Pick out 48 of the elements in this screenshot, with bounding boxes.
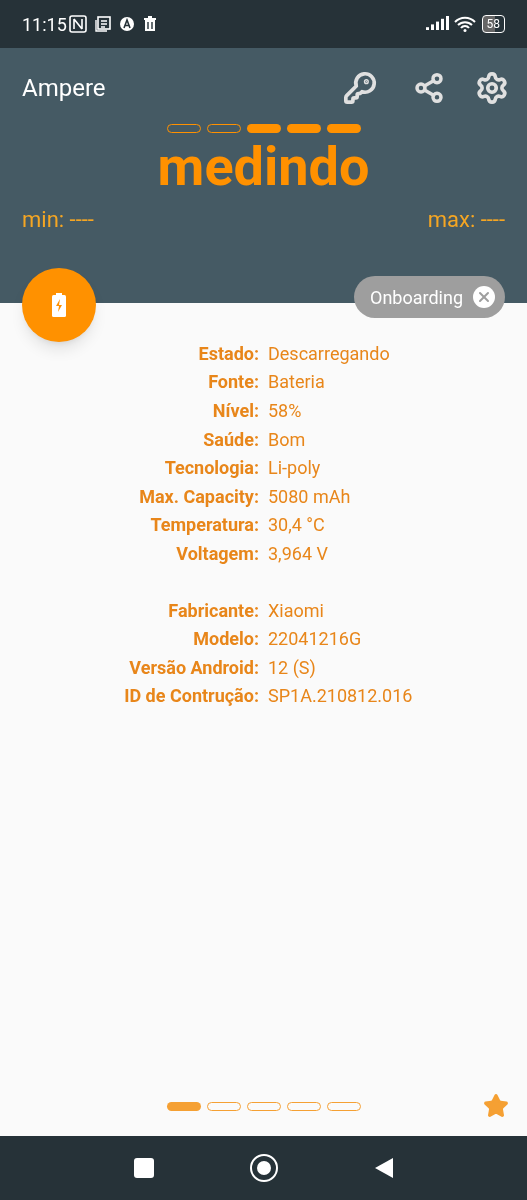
app-title: Ampere bbox=[22, 73, 107, 104]
info-value: 22041216G bbox=[268, 627, 362, 652]
battery-fab[interactable] bbox=[22, 268, 96, 342]
wifi-icon bbox=[453, 16, 476, 32]
info-label: Modelo: bbox=[192, 627, 259, 652]
info-label: Fabricante: bbox=[167, 598, 259, 623]
info-value: 58% bbox=[268, 399, 302, 423]
info-value: SP1A.210812.016 bbox=[268, 684, 413, 709]
a-circle-icon bbox=[118, 16, 135, 32]
settings-icon[interactable] bbox=[475, 71, 509, 105]
info-label: Versão Android: bbox=[128, 655, 259, 680]
news-icon bbox=[94, 16, 111, 32]
info-label: Estado: bbox=[197, 341, 259, 366]
info-label: Temperatura: bbox=[149, 513, 259, 538]
info-value: Xiaomi bbox=[268, 598, 324, 623]
info-label: Voltagem: bbox=[175, 541, 259, 566]
info-value: Bom bbox=[268, 427, 306, 452]
onboarding-chip[interactable]: Onboarding bbox=[354, 276, 505, 318]
info-label: Max. Capacity: bbox=[138, 484, 259, 509]
star-icon[interactable] bbox=[483, 1093, 509, 1119]
info-value: Descarregando bbox=[268, 341, 390, 366]
info-value: 12 (S) bbox=[268, 655, 316, 680]
reading-value: medindo bbox=[156, 135, 371, 199]
share-icon[interactable] bbox=[413, 72, 445, 104]
info-value: 30,4 °C bbox=[268, 513, 325, 538]
info-label: Fonte: bbox=[207, 370, 259, 395]
chip-label: Onboarding bbox=[370, 285, 463, 310]
info-label: ID de Contrução: bbox=[123, 684, 259, 709]
info-value: 5080 mAh bbox=[268, 484, 351, 509]
info-label: Nível: bbox=[211, 399, 259, 423]
home-button[interactable] bbox=[249, 1154, 278, 1182]
info-label: Tecnologia: bbox=[163, 456, 259, 481]
key-icon[interactable] bbox=[343, 71, 377, 105]
info-label: Saúde: bbox=[202, 427, 259, 452]
info-value: Li-poly bbox=[268, 456, 321, 481]
info-value: 3,964 V bbox=[268, 541, 328, 566]
recents-button[interactable] bbox=[133, 1158, 154, 1178]
info-value: Bateria bbox=[268, 370, 325, 395]
battery-indicator: 58 bbox=[481, 15, 505, 33]
battery-bolt-icon bbox=[52, 293, 66, 317]
nfc-icon bbox=[68, 15, 87, 33]
status-time: 11:15 bbox=[22, 12, 67, 37]
close-icon[interactable] bbox=[473, 286, 495, 308]
signal-icon bbox=[425, 16, 450, 32]
max-value: max: ---- bbox=[427, 206, 505, 234]
trash-icon bbox=[142, 16, 157, 32]
back-icon[interactable] bbox=[373, 1157, 394, 1179]
min-value: min: ---- bbox=[22, 206, 94, 234]
